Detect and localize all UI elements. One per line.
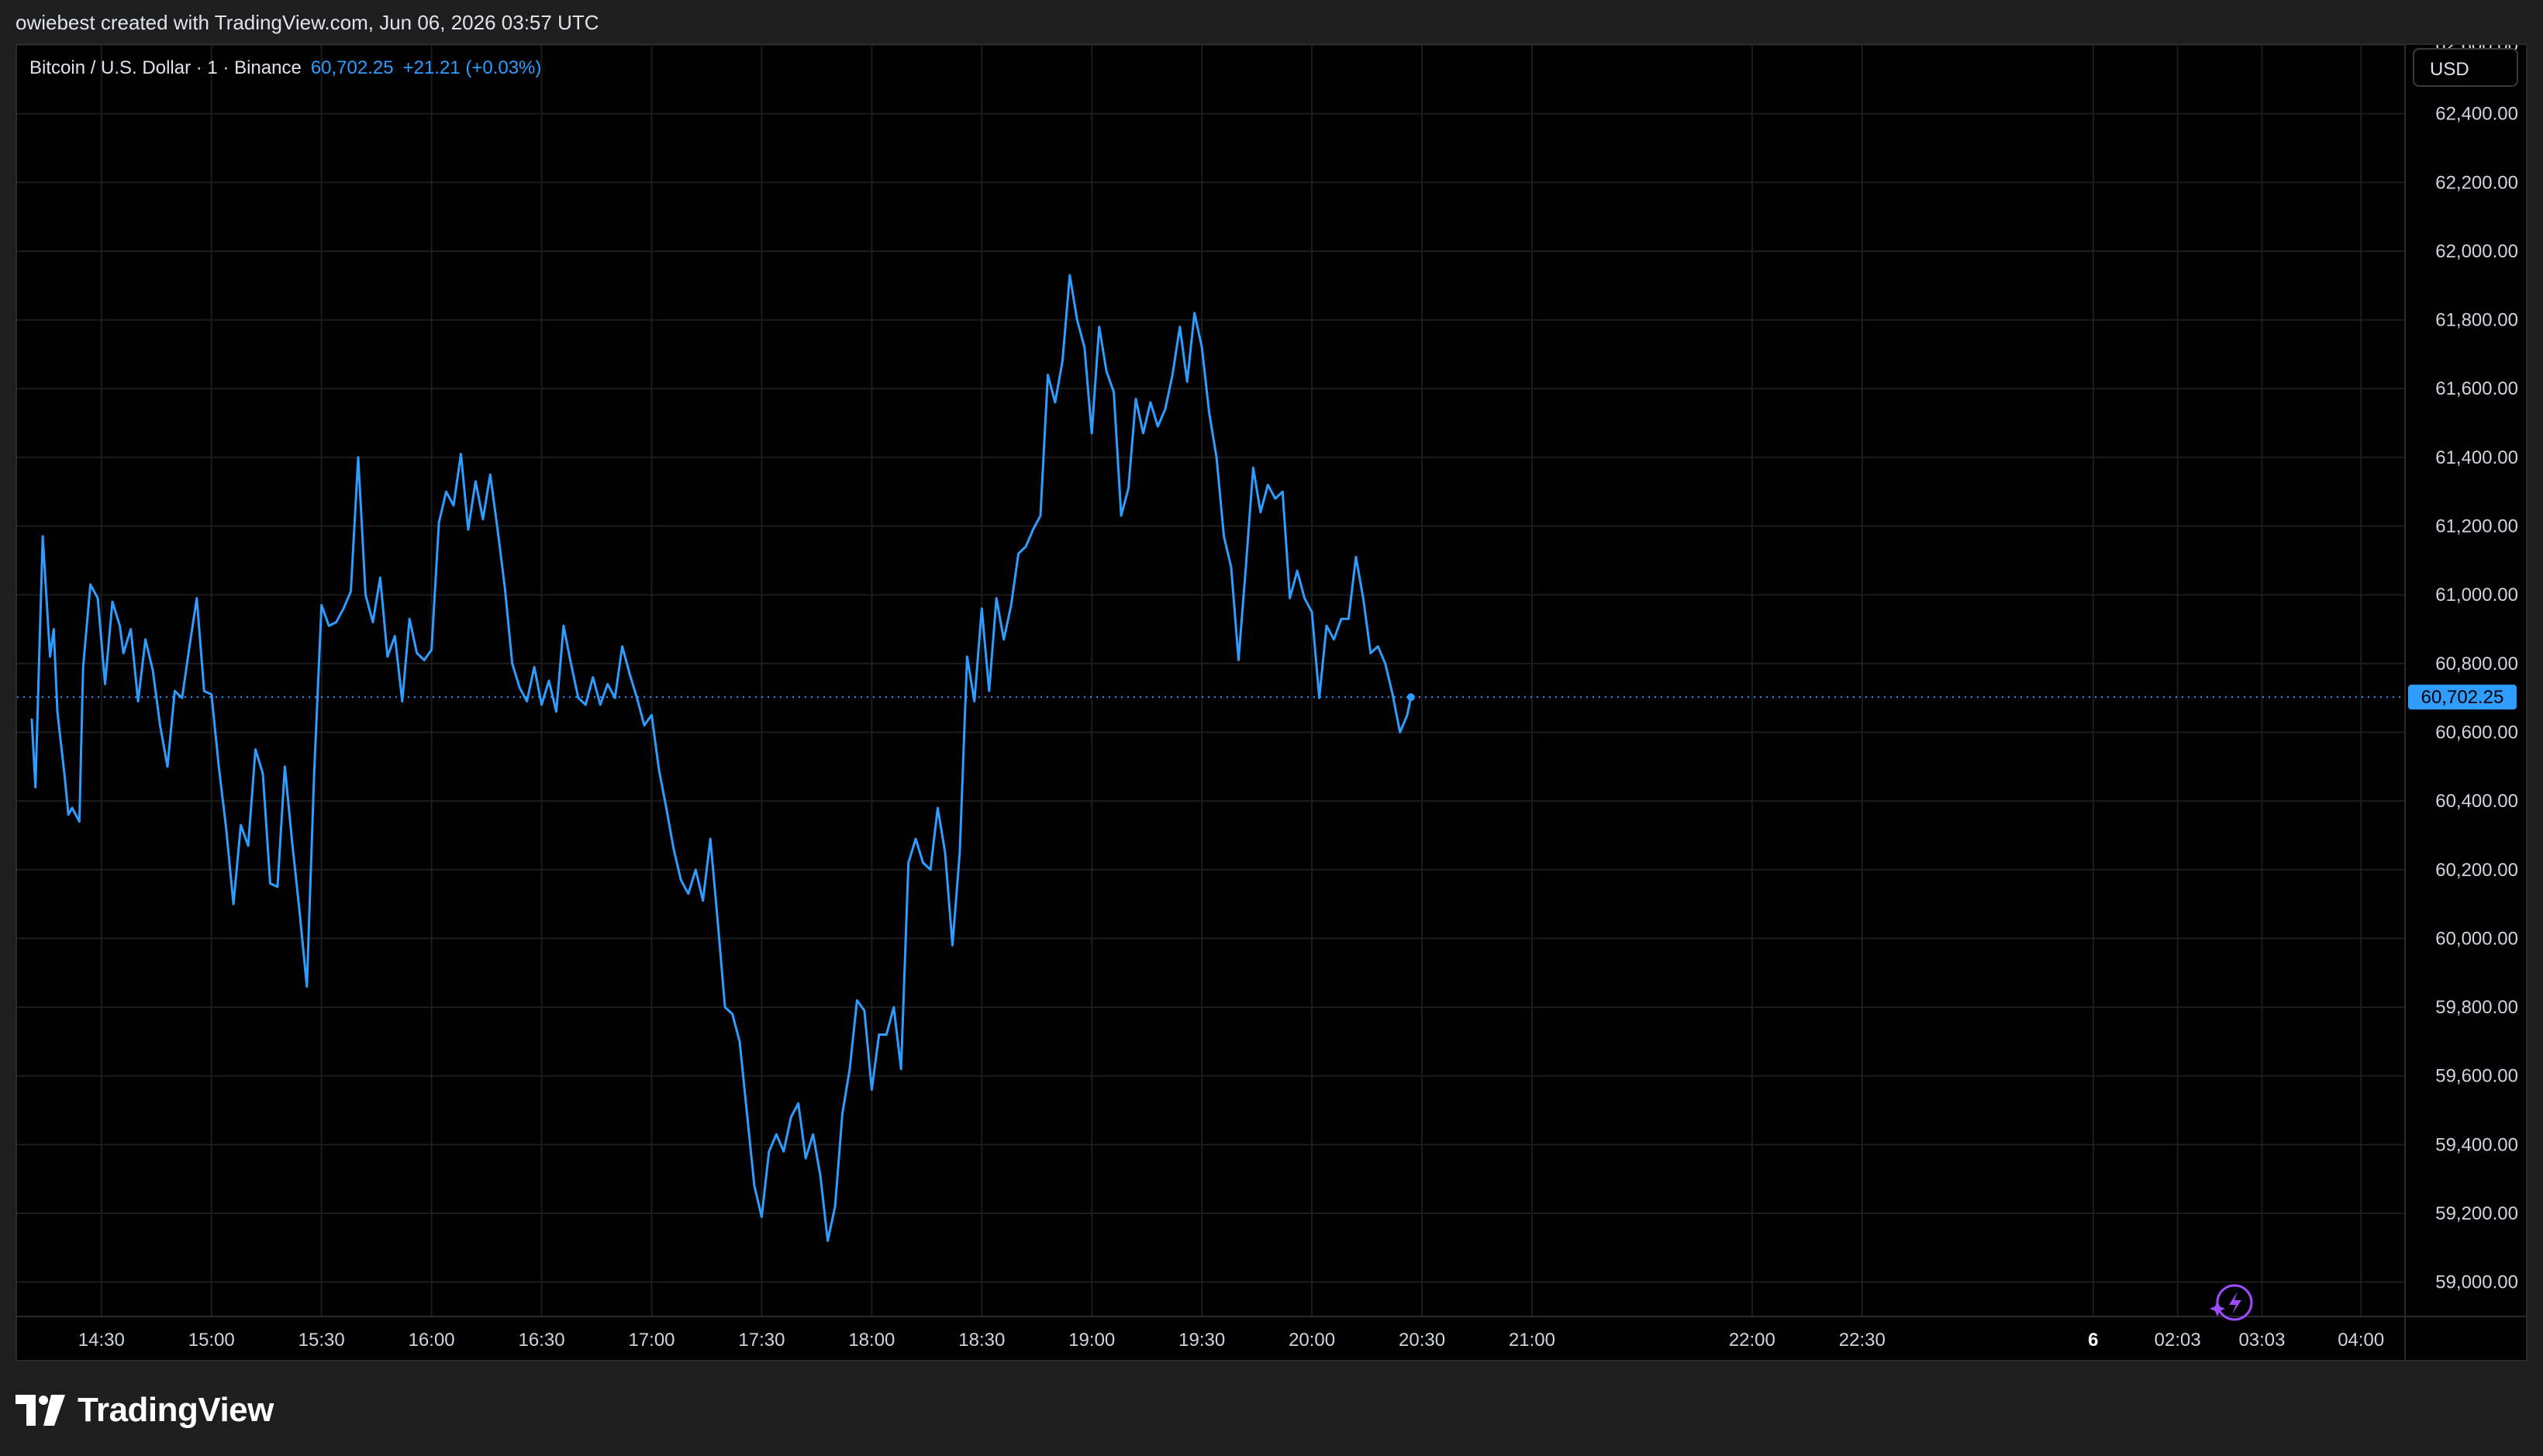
footer: TradingView — [0, 1361, 2543, 1456]
last-price-dot — [1406, 693, 1415, 702]
legend-change: +21.21 (+0.03%) — [402, 57, 542, 78]
x-tick-label: 19:30 — [1178, 1330, 1225, 1351]
x-tick-label: 15:00 — [188, 1330, 235, 1351]
y-tick-label: 62,200.00 — [2435, 172, 2518, 193]
y-tick-label: 59,400.00 — [2435, 1134, 2518, 1155]
x-tick-label: 03:03 — [2238, 1330, 2285, 1351]
currency-button[interactable]: USD — [2413, 48, 2518, 87]
chart-credit: owiebest created with TradingView.com, J… — [16, 11, 599, 34]
y-tick-label: 62,400.00 — [2435, 104, 2518, 125]
brand: TradingView — [16, 1391, 274, 1430]
x-tick-label: 14:30 — [78, 1330, 125, 1351]
y-tick-label: 60,600.00 — [2435, 722, 2518, 743]
y-tick-label: 61,800.00 — [2435, 310, 2518, 331]
x-tick-label: 02:03 — [2155, 1330, 2201, 1351]
y-tick-label: 62,000.00 — [2435, 241, 2518, 262]
y-tick-label: 60,200.00 — [2435, 860, 2518, 881]
x-tick-label: 18:30 — [958, 1330, 1005, 1351]
y-tick-label: 59,000.00 — [2435, 1272, 2518, 1293]
y-tick-label: 60,800.00 — [2435, 654, 2518, 675]
price-series-line — [30, 274, 1413, 1242]
tradingview-logo-icon — [16, 1395, 65, 1426]
symbol-legend: Bitcoin / U.S. Dollar · 1 · Binance 60,70… — [29, 57, 541, 79]
y-tick-label: 61,400.00 — [2435, 447, 2518, 468]
x-tick-label: 17:30 — [738, 1330, 785, 1351]
top-bar: owiebest created with TradingView.com, J… — [0, 0, 2543, 43]
x-tick-label: 16:30 — [519, 1330, 565, 1351]
x-tick-label: 20:00 — [1289, 1330, 1335, 1351]
brand-name: TradingView — [78, 1391, 274, 1429]
x-tick-label: 6 — [2088, 1330, 2098, 1351]
x-tick-label: 20:30 — [1399, 1330, 1445, 1351]
y-tick-label: 59,600.00 — [2435, 1066, 2518, 1087]
y-tick-label: 59,200.00 — [2435, 1203, 2518, 1224]
x-tick-label: 16:00 — [409, 1330, 455, 1351]
x-tick-label: 15:30 — [298, 1330, 345, 1351]
y-tick-label: 59,800.00 — [2435, 997, 2518, 1018]
x-tick-label: 21:00 — [1509, 1330, 1555, 1351]
x-tick-label: 22:30 — [1839, 1330, 1886, 1351]
symbol-name: Bitcoin / U.S. Dollar · 1 · Binance — [29, 57, 302, 78]
y-tick-label: 60,400.00 — [2435, 791, 2518, 812]
x-tick-label: 22:00 — [1729, 1330, 1775, 1351]
y-tick-label: 60,000.00 — [2435, 928, 2518, 949]
legend-price: 60,702.25 — [310, 57, 394, 78]
price-chart[interactable]: 59,000.00 59,200.00 59,400.00 59,600.00 59,8… — [17, 45, 2527, 1361]
y-tick-label: 61,000.00 — [2435, 585, 2518, 606]
x-tick-label: 19:00 — [1068, 1330, 1115, 1351]
x-tick-label: 18:00 — [848, 1330, 895, 1351]
sparkle-bolt-icon[interactable] — [2210, 1284, 2253, 1321]
last-price-label: 60,702.25 — [2421, 687, 2504, 708]
x-tick-label: 04:00 — [2338, 1330, 2384, 1351]
y-tick-label: 61,200.00 — [2435, 516, 2518, 537]
chart-panel[interactable]: 59,000.00 59,200.00 59,400.00 59,600.00 59,8… — [16, 43, 2527, 1361]
x-tick-label: 17:00 — [628, 1330, 675, 1351]
y-tick-label: 61,600.00 — [2435, 378, 2518, 399]
